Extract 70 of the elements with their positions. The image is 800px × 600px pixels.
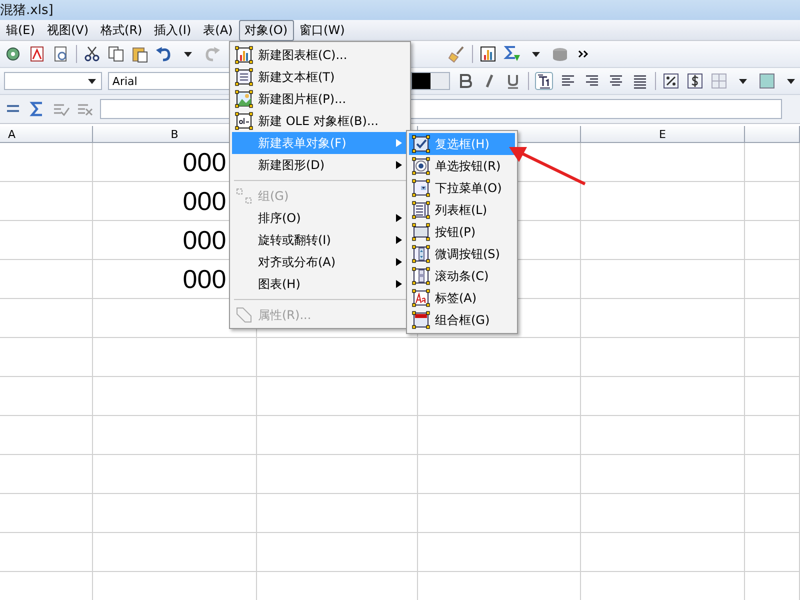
percent-icon[interactable]	[662, 72, 680, 90]
menu-item[interactable]: 列表框(L)	[409, 199, 515, 221]
menu-item[interactable]: 窗口(W)	[294, 20, 351, 40]
menu-item[interactable]: 插入(I)	[148, 20, 198, 40]
font-name-field[interactable]: Arial	[108, 72, 232, 90]
menu-item-icon	[411, 288, 431, 308]
menu-item[interactable]: 滚动条(C)	[409, 265, 515, 287]
undo-icon[interactable]	[155, 45, 173, 63]
menu-item[interactable]: 微调按钮(S)	[409, 243, 515, 265]
window-title: 混猪.xls]	[0, 2, 54, 19]
menu-item[interactable]: 对象(O)	[238, 20, 294, 40]
fill-color-icon[interactable]	[758, 72, 776, 90]
column-header: E	[581, 126, 745, 143]
menu-item[interactable]: 视图(V)	[40, 20, 95, 40]
table-cell	[745, 494, 800, 533]
menu-item[interactable]: 组合框(G)	[409, 309, 515, 331]
menu-item[interactable]: 新建图表框(C)...	[232, 44, 408, 66]
table-cell	[745, 455, 800, 494]
menu-item[interactable]: 按钮(P)	[409, 221, 515, 243]
menu-item[interactable]: 辑(E)	[0, 20, 41, 40]
table-cell	[745, 182, 800, 221]
menu-item-icon	[411, 134, 431, 154]
menu-item-icon	[411, 178, 431, 198]
brush-icon[interactable]	[448, 45, 466, 63]
chart-icon[interactable]	[479, 45, 497, 63]
menu-item-icon	[411, 310, 431, 330]
sum-icon[interactable]	[503, 45, 521, 63]
paste-icon[interactable]	[131, 45, 149, 63]
menu-item-icon	[411, 200, 431, 220]
menu-item-icon	[234, 67, 254, 87]
menu-item[interactable]: 下拉菜单(O)	[409, 177, 515, 199]
database-icon[interactable]	[551, 45, 569, 63]
menu-item-icon	[234, 45, 254, 65]
menu-item-icon	[234, 186, 254, 206]
submenu-arrow-icon	[396, 214, 402, 222]
column-header	[745, 126, 800, 143]
submenu-arrow-icon	[396, 258, 402, 266]
menu-item-icon	[411, 156, 431, 176]
table-cell	[745, 221, 800, 260]
submenu-arrow-icon	[396, 161, 402, 169]
menu-item[interactable]: 格式(R)	[94, 20, 148, 40]
column-header: A	[0, 126, 93, 143]
menu-item[interactable]: 表(A)	[197, 20, 239, 40]
table-cell	[745, 377, 800, 416]
submenu-arrow-icon	[396, 236, 402, 244]
menu-item-icon	[411, 266, 431, 286]
submenu-arrow-icon	[396, 280, 402, 288]
font-color-field[interactable]	[410, 72, 450, 90]
table-cell	[745, 416, 800, 455]
menu-item[interactable]: 单选按钮(R)	[409, 155, 515, 177]
pdf-icon[interactable]	[28, 45, 46, 63]
currency-icon[interactable]	[686, 72, 704, 90]
table-cell	[745, 260, 800, 299]
style-field[interactable]	[4, 72, 102, 90]
submenu-arrow-icon	[396, 139, 402, 147]
copy-icon[interactable]	[107, 45, 125, 63]
menu-item[interactable]: 标签(A)	[409, 287, 515, 309]
menu-item-icon	[411, 244, 431, 264]
table-cell	[745, 299, 800, 338]
text-direction-icon[interactable]	[535, 72, 554, 90]
cut-icon[interactable]	[83, 45, 101, 63]
menu-item-icon	[234, 89, 254, 109]
menu-item-icon	[411, 222, 431, 242]
table-cell	[745, 533, 800, 572]
menu-item-icon	[234, 111, 254, 131]
table-cell	[745, 338, 800, 377]
table-cell	[745, 143, 800, 182]
menu-item[interactable]: 新建图片框(P)...	[232, 88, 408, 110]
menu-item[interactable]: 新建文本框(T)	[232, 66, 408, 88]
menu-item-icon	[234, 305, 254, 325]
